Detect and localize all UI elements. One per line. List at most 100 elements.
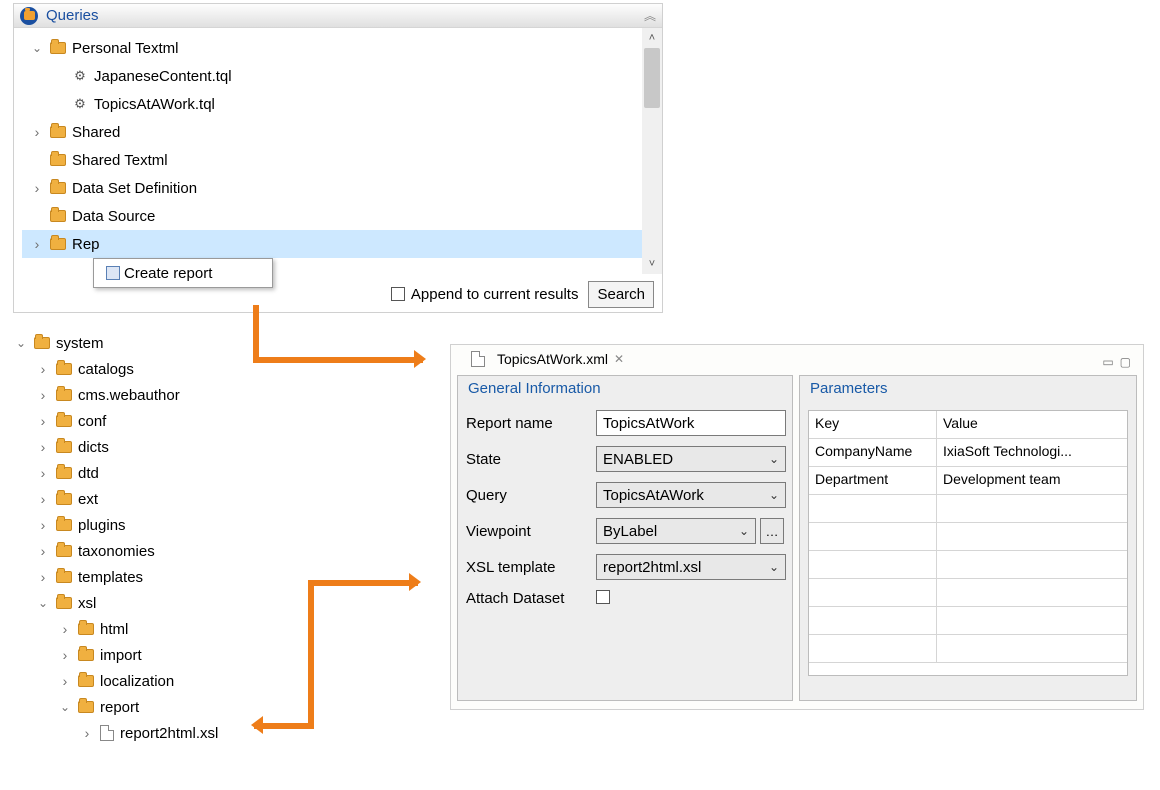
tree-item[interactable]: system — [6, 330, 236, 356]
queries-scrollbar[interactable]: ˄ ˅ — [642, 28, 662, 274]
tree-item[interactable]: taxonomies — [6, 538, 236, 564]
table-header-row: Key Value — [809, 411, 1127, 439]
tree-item[interactable]: templates — [6, 564, 236, 590]
tree-item[interactable]: dicts — [6, 434, 236, 460]
tree-item[interactable]: report2html.xsl — [6, 720, 236, 746]
table-row[interactable] — [809, 551, 1127, 579]
tree-item-label: dtd — [78, 465, 99, 482]
append-to-results[interactable]: Append to current results — [391, 286, 579, 303]
search-button[interactable]: Search — [588, 281, 654, 308]
tree-item[interactable]: catalogs — [6, 356, 236, 382]
tree-item[interactable]: conf — [6, 408, 236, 434]
table-row[interactable]: Department Development team — [809, 467, 1127, 495]
tree-item[interactable]: report — [6, 694, 236, 720]
tab-topicsatwork[interactable]: TopicsAtWork.xml ✕ — [457, 348, 632, 370]
table-row[interactable] — [809, 635, 1127, 663]
select-state[interactable]: ENABLED⌄ — [596, 446, 786, 472]
checkbox-attach-dataset[interactable] — [596, 590, 610, 604]
scroll-up-icon[interactable]: ˄ — [642, 28, 662, 48]
context-menu[interactable]: Create report — [93, 258, 273, 288]
table-row[interactable] — [809, 495, 1127, 523]
tree-item[interactable]: ext — [6, 486, 236, 512]
flow-arrow — [253, 357, 423, 363]
query-file-icon: ⚙ — [72, 96, 88, 112]
select-viewpoint[interactable]: ByLabel⌄ — [596, 518, 756, 544]
context-menu-create-report[interactable]: Create report — [124, 265, 212, 282]
expand-caret-icon[interactable] — [36, 569, 50, 585]
expand-caret-icon[interactable] — [30, 180, 44, 196]
query-file-icon: ⚙ — [72, 68, 88, 84]
tree-item[interactable]: localization — [6, 668, 236, 694]
expand-caret-icon[interactable] — [36, 517, 50, 533]
editor-tabstrip: TopicsAtWork.xml ✕ ▭ ▢ — [451, 345, 1143, 369]
general-info-title: General Information — [466, 380, 603, 397]
expand-caret-icon[interactable] — [80, 725, 94, 741]
expand-caret-icon[interactable] — [36, 491, 50, 507]
tree-item[interactable]: ⚙TopicsAtAWork.tql — [22, 90, 662, 118]
tree-item[interactable]: import — [6, 642, 236, 668]
expand-caret-icon[interactable] — [36, 543, 50, 559]
expand-caret-icon[interactable] — [14, 336, 28, 350]
folder-icon — [78, 649, 94, 661]
tree-item-label: taxonomies — [78, 543, 155, 560]
tree-item[interactable]: ⚙JapaneseContent.tql — [22, 62, 662, 90]
tree-item[interactable]: cms.webauthor — [6, 382, 236, 408]
folder-icon — [34, 337, 50, 349]
append-label: Append to current results — [411, 286, 579, 303]
header-value: Value — [937, 411, 1127, 438]
select-query[interactable]: TopicsAtAWork⌄ — [596, 482, 786, 508]
folder-icon — [56, 493, 72, 505]
folder-icon — [56, 363, 72, 375]
table-row[interactable] — [809, 607, 1127, 635]
table-row[interactable]: CompanyName IxiaSoft Technologi... — [809, 439, 1127, 467]
tree-item[interactable]: Data Set Definition — [22, 174, 662, 202]
tree-item-label: plugins — [78, 517, 126, 534]
tree-item[interactable]: plugins — [6, 512, 236, 538]
tree-item[interactable]: xsl — [6, 590, 236, 616]
expand-caret-icon[interactable] — [36, 596, 50, 610]
expand-caret-icon[interactable] — [36, 387, 50, 403]
tree-item[interactable]: Shared — [22, 118, 662, 146]
maximize-icon[interactable]: ▢ — [1120, 355, 1131, 369]
viewpoint-browse-button[interactable]: … — [760, 518, 784, 544]
minimize-icon[interactable]: ▭ — [1102, 355, 1113, 369]
folder-icon — [78, 623, 94, 635]
scroll-down-icon[interactable]: ˅ — [642, 254, 662, 274]
expand-caret-icon[interactable] — [36, 465, 50, 481]
expand-caret-icon[interactable] — [58, 647, 72, 663]
header-key: Key — [809, 411, 937, 438]
file-icon — [100, 725, 114, 741]
cell-value: Development team — [937, 467, 1127, 494]
table-row[interactable] — [809, 523, 1127, 551]
tree-item-label: catalogs — [78, 361, 134, 378]
tree-item[interactable]: Rep — [22, 230, 662, 258]
expand-caret-icon[interactable] — [30, 236, 44, 252]
expand-caret-icon[interactable] — [30, 41, 44, 55]
tree-item[interactable]: Data Source — [22, 202, 662, 230]
tab-close-icon[interactable]: ✕ — [614, 352, 624, 366]
tree-item[interactable]: Personal Textml — [22, 34, 662, 62]
tree-item-label: templates — [78, 569, 143, 586]
expand-caret-icon[interactable] — [36, 361, 50, 377]
tree-item-label: import — [100, 647, 142, 664]
flow-arrow — [308, 580, 418, 586]
tree-item[interactable]: Shared Textml — [22, 146, 662, 174]
input-report-name[interactable] — [596, 410, 786, 436]
tree-item[interactable]: dtd — [6, 460, 236, 486]
expand-caret-icon[interactable] — [36, 439, 50, 455]
tab-label: TopicsAtWork.xml — [497, 351, 608, 367]
expand-caret-icon[interactable] — [58, 700, 72, 714]
select-xsl-template[interactable]: report2html.xsl⌄ — [596, 554, 786, 580]
tree-item[interactable]: html — [6, 616, 236, 642]
table-row[interactable] — [809, 579, 1127, 607]
expand-caret-icon[interactable] — [30, 124, 44, 140]
scroll-thumb[interactable] — [644, 48, 660, 108]
expand-caret-icon[interactable] — [58, 621, 72, 637]
tree-item-label: report2html.xsl — [120, 725, 218, 742]
cell-key: Department — [809, 467, 937, 494]
append-checkbox[interactable] — [391, 287, 405, 301]
expand-caret-icon[interactable] — [36, 413, 50, 429]
expand-caret-icon[interactable] — [58, 673, 72, 689]
collapse-chevron-icon[interactable]: ︽ — [644, 7, 656, 24]
tree-item-label: Rep — [72, 236, 100, 253]
